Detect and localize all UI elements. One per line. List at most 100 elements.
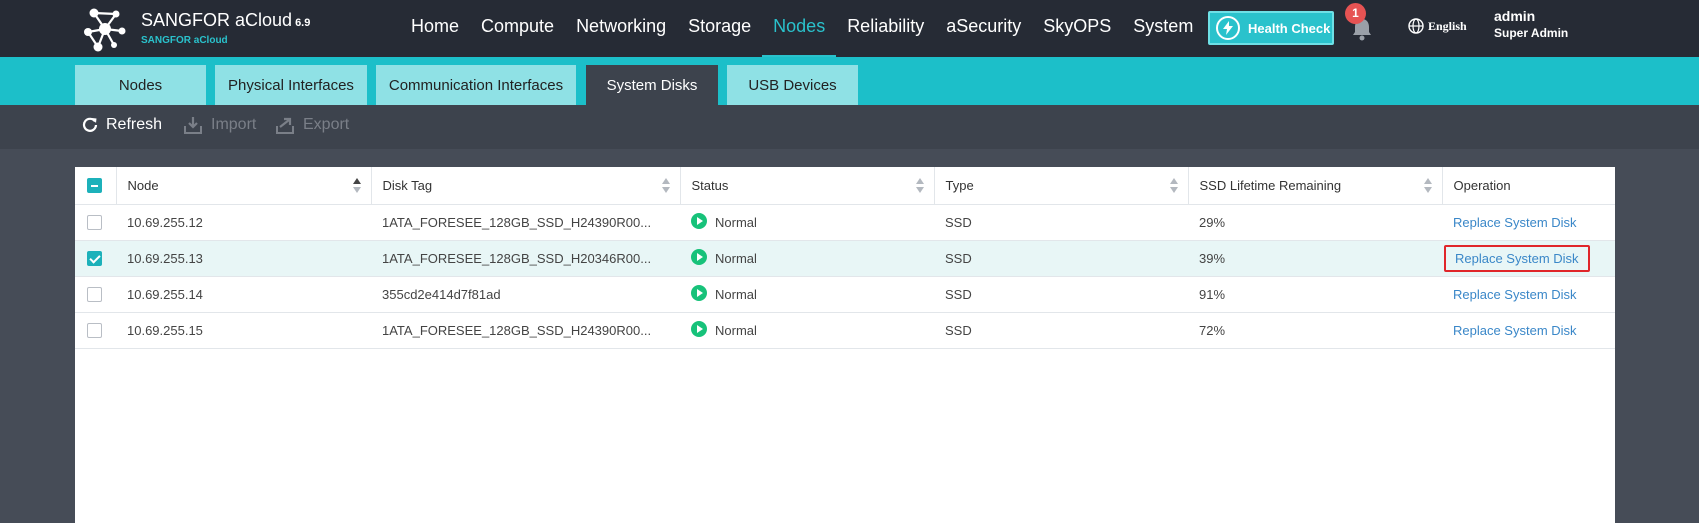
refresh-button[interactable]: Refresh [82, 116, 162, 134]
column-label-node: Node [127, 177, 159, 193]
operation-cell: Replace System Disk [1442, 240, 1615, 277]
refresh-label: Refresh [106, 116, 163, 133]
column-label-status: Status [691, 177, 729, 193]
table-row[interactable]: 10.69.255.15 1ATA_FORESEE_128GB_SSD_H243… [75, 312, 1615, 349]
status-cell: Normal [680, 276, 934, 313]
column-label-operation: Operation [1453, 177, 1511, 193]
language-selector[interactable]: English [1408, 18, 1467, 34]
sort-icon[interactable] [915, 178, 924, 194]
replace-system-disk-link[interactable]: Replace System Disk [1444, 244, 1590, 272]
row-checkbox[interactable] [87, 323, 102, 339]
brand-name: SANGFOR aCloud [141, 10, 293, 30]
sort-icon[interactable] [1423, 178, 1432, 194]
brand-subtitle: SANGFOR aCloud [141, 35, 228, 46]
user-name: admin [1494, 8, 1536, 24]
row-checkbox[interactable] [87, 215, 102, 231]
status-cell: Normal [680, 240, 934, 277]
select-all-cell [75, 167, 117, 205]
type-cell: SSD [934, 276, 1188, 313]
sort-icon[interactable] [661, 178, 670, 194]
tab-nodes[interactable]: Nodes [75, 65, 206, 105]
table-row[interactable]: 10.69.255.14 355cd2e414d7f81ad Normal SS… [75, 276, 1615, 313]
lifetime-cell: 39% [1188, 240, 1442, 277]
export-button[interactable]: Export [275, 116, 349, 134]
tab-usb-devices[interactable]: USB Devices [727, 65, 858, 105]
lifetime-cell: 91% [1188, 276, 1442, 313]
health-check-label: Health Check [1248, 20, 1331, 36]
tab-system-disks[interactable]: System Disks [586, 65, 718, 105]
disk-tag-cell: 1ATA_FORESEE_128GB_SSD_H24390R00... [371, 312, 680, 349]
column-label-ssd-lifetime: SSD Lifetime Remaining [1199, 177, 1342, 193]
nav-reliability[interactable]: Reliability [836, 0, 935, 57]
status-normal-icon [691, 213, 707, 230]
table-header-row: Node Disk Tag Status Type SSD Lifetime R… [75, 167, 1615, 205]
sort-icon[interactable] [1169, 178, 1178, 194]
nav-compute[interactable]: Compute [470, 0, 565, 57]
tab-communication-interfaces[interactable]: Communication Interfaces [376, 65, 576, 105]
nav-storage[interactable]: Storage [677, 0, 762, 57]
column-label-disk-tag: Disk Tag [382, 177, 433, 193]
nav-skyops[interactable]: SkyOPS [1032, 0, 1122, 57]
toolbar: Refresh Import Export [0, 105, 1699, 149]
nav-networking[interactable]: Networking [565, 0, 677, 57]
disk-tag-cell: 355cd2e414d7f81ad [371, 276, 680, 313]
import-label: Import [211, 116, 257, 133]
export-icon [276, 117, 294, 134]
disk-tag-cell: 1ATA_FORESEE_128GB_SSD_H20346R00... [371, 240, 680, 277]
tab-physical-interfaces[interactable]: Physical Interfaces [215, 65, 367, 105]
system-disks-table: Node Disk Tag Status Type SSD Lifetime R… [75, 167, 1615, 349]
node-cell: 10.69.255.13 [116, 240, 371, 277]
system-disks-table-panel: Node Disk Tag Status Type SSD Lifetime R… [75, 167, 1615, 523]
column-header-ssd-lifetime[interactable]: SSD Lifetime Remaining [1188, 167, 1443, 205]
health-check-button[interactable]: Health Check [1208, 11, 1334, 45]
row-checkbox-cell [75, 276, 116, 313]
main-nav: Home Compute Networking Storage Nodes Re… [400, 0, 1204, 57]
row-checkbox-cell [75, 240, 116, 277]
status-cell: Normal [680, 312, 934, 349]
language-label: English [1428, 18, 1467, 33]
refresh-icon [82, 117, 98, 132]
export-label: Export [303, 116, 350, 133]
column-header-disk-tag[interactable]: Disk Tag [371, 167, 681, 205]
select-all-checkbox[interactable] [87, 178, 102, 194]
status-normal-icon [691, 249, 707, 266]
brand-version: 6.9 [295, 17, 311, 29]
replace-system-disk-link[interactable]: Replace System Disk [1444, 209, 1586, 236]
replace-system-disk-link[interactable]: Replace System Disk [1444, 317, 1586, 344]
row-checkbox-cell [75, 312, 116, 349]
user-menu[interactable]: admin Super Admin [1494, 8, 1568, 40]
type-cell: SSD [934, 240, 1188, 277]
status-normal-icon [691, 285, 707, 302]
column-header-operation: Operation [1442, 167, 1615, 205]
table-row[interactable]: 10.69.255.13 1ATA_FORESEE_128GB_SSD_H203… [75, 240, 1615, 277]
status-label: Normal [715, 322, 757, 338]
nav-home[interactable]: Home [400, 0, 470, 57]
import-icon [184, 117, 202, 134]
nav-nodes[interactable]: Nodes [762, 0, 837, 57]
column-header-type[interactable]: Type [934, 167, 1189, 205]
globe-icon [1408, 18, 1424, 34]
status-normal-icon [691, 321, 707, 338]
type-cell: SSD [934, 312, 1188, 349]
node-cell: 10.69.255.14 [116, 276, 371, 313]
status-label: Normal [715, 286, 757, 302]
operation-cell: Replace System Disk [1442, 204, 1615, 241]
node-cell: 10.69.255.12 [116, 204, 371, 241]
health-check-icon [1216, 16, 1240, 40]
import-button[interactable]: Import [183, 116, 256, 134]
operation-cell: Replace System Disk [1442, 276, 1615, 313]
replace-system-disk-link[interactable]: Replace System Disk [1444, 281, 1586, 308]
sangfor-logo-icon [84, 8, 126, 52]
row-checkbox[interactable] [87, 287, 102, 303]
column-header-node[interactable]: Node [116, 167, 372, 205]
table-row[interactable]: 10.69.255.12 1ATA_FORESEE_128GB_SSD_H243… [75, 204, 1615, 241]
sort-icon[interactable] [352, 178, 361, 194]
nav-system[interactable]: System [1122, 0, 1204, 57]
sub-tabs: Nodes Physical Interfaces Communication … [0, 57, 1699, 105]
row-checkbox[interactable] [87, 251, 102, 267]
type-cell: SSD [934, 204, 1188, 241]
column-header-status[interactable]: Status [680, 167, 935, 205]
row-checkbox-cell [75, 204, 116, 241]
nav-asecurity[interactable]: aSecurity [935, 0, 1032, 57]
lifetime-cell: 72% [1188, 312, 1442, 349]
